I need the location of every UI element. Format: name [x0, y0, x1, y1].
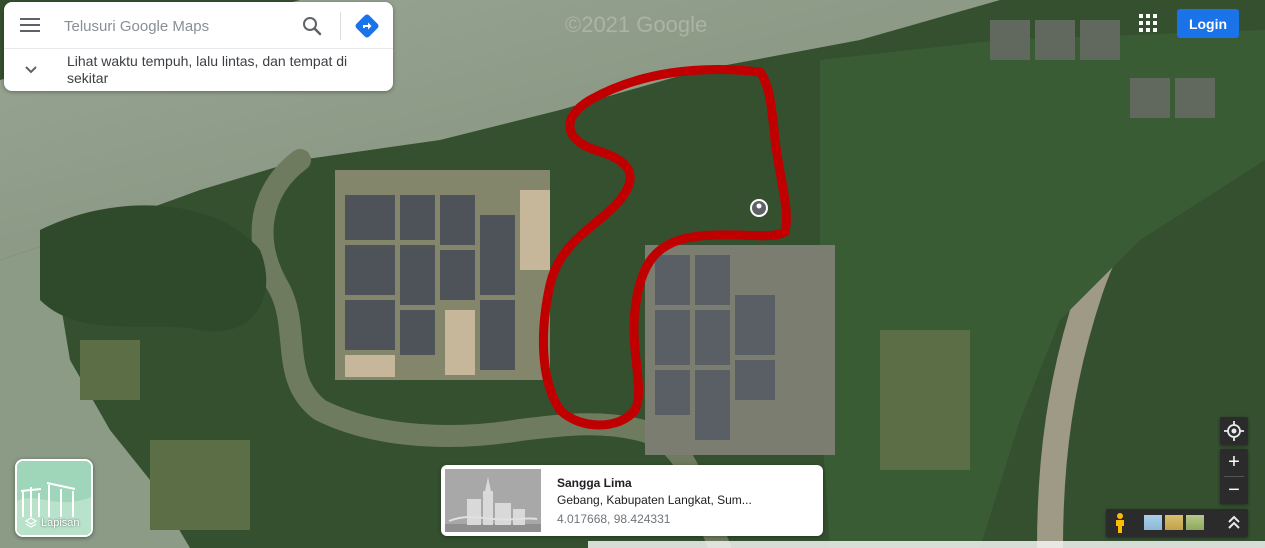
expand-text: Lihat waktu tempuh, lalu lintas, dan tem…: [67, 53, 348, 86]
layers-icon: [25, 517, 37, 528]
place-card[interactable]: Sangga Lima Gebang, Kabupaten Langkat, S…: [441, 465, 823, 536]
pegman-icon[interactable]: [1111, 512, 1129, 534]
place-address: Gebang, Kabupaten Langkat, Sum...: [557, 493, 752, 507]
bottom-toolbar: [1106, 509, 1248, 537]
zoom-out-button[interactable]: −: [1220, 477, 1248, 504]
imagery-thumb-3[interactable]: [1186, 515, 1204, 530]
map-pin-icon[interactable]: [750, 199, 768, 217]
imagery-thumb-2[interactable]: [1165, 515, 1183, 530]
search-input[interactable]: [62, 13, 294, 39]
attribution-bar: [588, 541, 1265, 548]
place-thumbnail[interactable]: [445, 469, 541, 532]
hamburger-menu-icon[interactable]: [18, 14, 42, 36]
place-coordinates: 4.017668, 98.424331: [557, 512, 671, 526]
layers-text: Lapisan: [41, 517, 80, 529]
place-name: Sangga Lima: [557, 476, 632, 490]
my-location-icon[interactable]: [1220, 417, 1248, 445]
zoom-in-button[interactable]: +: [1220, 449, 1248, 476]
search-card: Lihat waktu tempuh, lalu lintas, dan tem…: [4, 2, 393, 91]
expand-row[interactable]: Lihat waktu tempuh, lalu lintas, dan tem…: [4, 49, 393, 91]
double-chevron-up-icon[interactable]: [1224, 513, 1244, 533]
search-icon[interactable]: [300, 14, 324, 38]
login-button[interactable]: Login: [1177, 9, 1239, 38]
apps-grid-icon[interactable]: [1138, 13, 1158, 33]
directions-icon[interactable]: [354, 13, 380, 39]
layers-button[interactable]: Lapisan: [15, 459, 93, 537]
chevron-down-icon: [23, 63, 39, 75]
imagery-thumbnails: [1144, 515, 1214, 531]
imagery-thumb-1[interactable]: [1144, 515, 1162, 530]
search-divider: [340, 12, 341, 40]
map-watermark: ©2021 Google: [565, 12, 707, 37]
search-row: [4, 2, 393, 48]
layers-label: Lapisan: [25, 517, 80, 529]
zoom-controls: + −: [1220, 449, 1248, 504]
